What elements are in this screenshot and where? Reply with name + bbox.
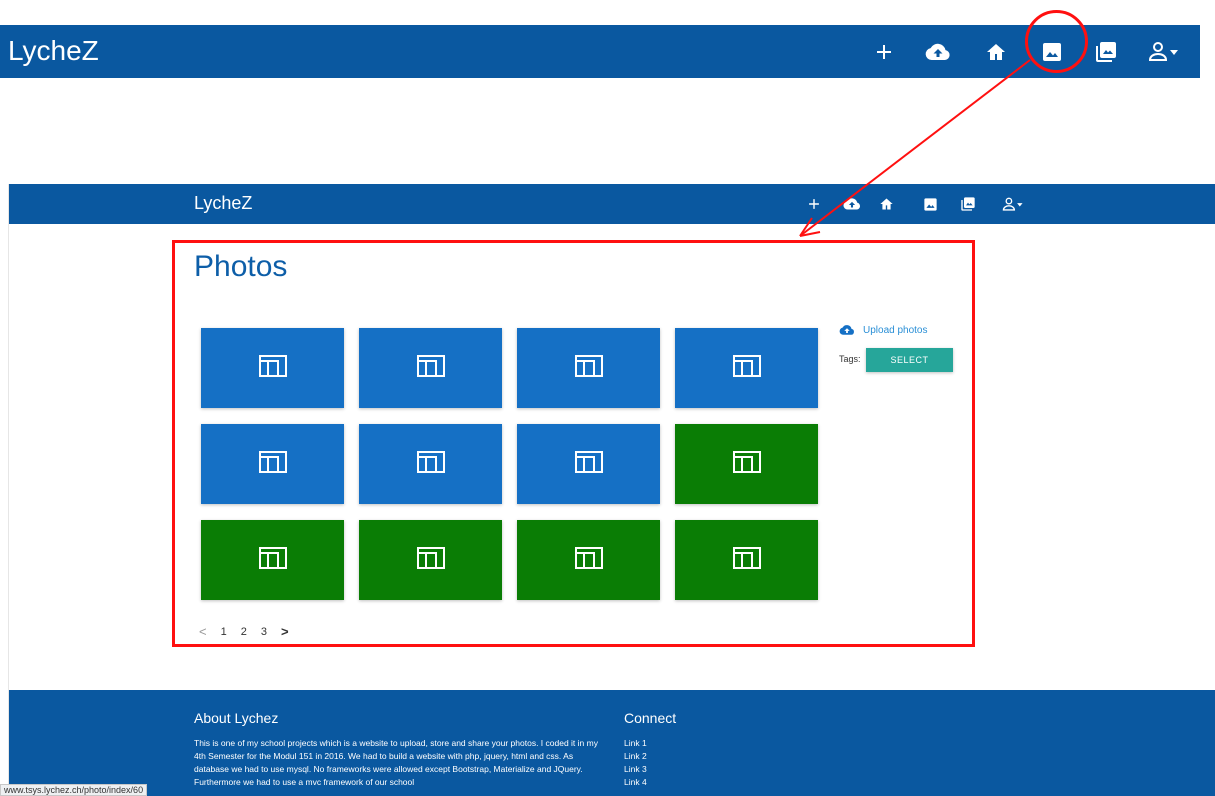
cloud-upload-icon[interactable] bbox=[837, 184, 867, 224]
photo-placeholder-icon bbox=[258, 546, 287, 574]
inner-brand[interactable]: LycheZ bbox=[194, 193, 252, 214]
photo-thumbnail[interactable] bbox=[359, 520, 502, 600]
tags-label: Tags: bbox=[839, 354, 861, 364]
photo-placeholder-icon bbox=[258, 354, 287, 382]
page-link-1[interactable]: 1 bbox=[221, 626, 227, 638]
photo-thumbnail[interactable] bbox=[359, 424, 502, 504]
image-icon[interactable] bbox=[915, 184, 945, 224]
page-link-3[interactable]: 3 bbox=[261, 626, 267, 638]
photo-thumbnail[interactable] bbox=[201, 328, 344, 408]
page-screenshot: LycheZ Photos Upload photos Tags: SELECT… bbox=[8, 184, 1215, 796]
cloud-upload-icon[interactable] bbox=[918, 25, 958, 78]
top-navbar: LycheZ bbox=[0, 25, 1200, 78]
footer-link-1[interactable]: Link 1 bbox=[624, 737, 647, 750]
photo-placeholder-icon bbox=[416, 354, 445, 382]
photo-thumbnail[interactable] bbox=[675, 520, 818, 600]
account-dropdown-icon[interactable] bbox=[1140, 25, 1188, 78]
photo-thumbnail[interactable] bbox=[201, 520, 344, 600]
photo-placeholder-icon bbox=[416, 450, 445, 478]
photo-placeholder-icon bbox=[574, 546, 603, 574]
photo-thumbnail[interactable] bbox=[517, 520, 660, 600]
photo-thumbnail[interactable] bbox=[675, 424, 818, 504]
status-bar-url: www.tsys.lychez.ch/photo/index/60 bbox=[0, 784, 148, 796]
inner-navbar: LycheZ bbox=[9, 184, 1215, 224]
photo-thumbnail[interactable] bbox=[201, 424, 344, 504]
tags-select-button[interactable]: SELECT bbox=[866, 348, 953, 372]
footer-links: Link 1 Link 2 Link 3 Link 4 bbox=[624, 737, 647, 789]
plus-icon[interactable] bbox=[864, 25, 904, 78]
photo-thumbnail[interactable] bbox=[675, 328, 818, 408]
footer-link-4[interactable]: Link 4 bbox=[624, 776, 647, 789]
photo-placeholder-icon bbox=[732, 546, 761, 574]
photo-placeholder-icon bbox=[732, 450, 761, 478]
account-dropdown-icon[interactable] bbox=[995, 184, 1031, 224]
photo-placeholder-icon bbox=[574, 450, 603, 478]
upload-photos-link[interactable]: Upload photos bbox=[839, 324, 928, 336]
home-icon[interactable] bbox=[871, 184, 901, 224]
upload-photos-label: Upload photos bbox=[863, 324, 928, 336]
photo-placeholder-icon bbox=[416, 546, 445, 574]
footer-about-text: This is one of my school projects which … bbox=[194, 738, 598, 787]
page-link-2[interactable]: 2 bbox=[241, 626, 247, 638]
photo-placeholder-icon bbox=[732, 354, 761, 382]
photo-placeholder-icon bbox=[574, 354, 603, 382]
photo-thumbnail[interactable] bbox=[359, 328, 502, 408]
footer: About Lychez This is one of my school pr… bbox=[9, 690, 1215, 796]
page-title: Photos bbox=[194, 250, 288, 283]
photo-library-icon[interactable] bbox=[953, 184, 983, 224]
footer-link-2[interactable]: Link 2 bbox=[624, 750, 647, 763]
photo-placeholder-icon bbox=[258, 450, 287, 478]
photo-thumbnail[interactable] bbox=[517, 328, 660, 408]
cloud-upload-icon bbox=[839, 325, 854, 335]
photo-library-icon[interactable] bbox=[1086, 25, 1126, 78]
image-icon[interactable] bbox=[1032, 25, 1072, 78]
photo-thumbnail[interactable] bbox=[517, 424, 660, 504]
footer-connect-title: Connect bbox=[624, 710, 677, 726]
plus-icon[interactable] bbox=[799, 184, 829, 224]
pagination: < 1 2 3 > bbox=[199, 624, 289, 639]
footer-about-title: About Lychez bbox=[194, 710, 279, 726]
prev-page-chevron[interactable]: < bbox=[199, 624, 207, 639]
next-page-chevron[interactable]: > bbox=[281, 624, 289, 639]
footer-link-3[interactable]: Link 3 bbox=[624, 763, 647, 776]
top-brand[interactable]: LycheZ bbox=[8, 35, 99, 67]
home-icon[interactable] bbox=[976, 25, 1016, 78]
